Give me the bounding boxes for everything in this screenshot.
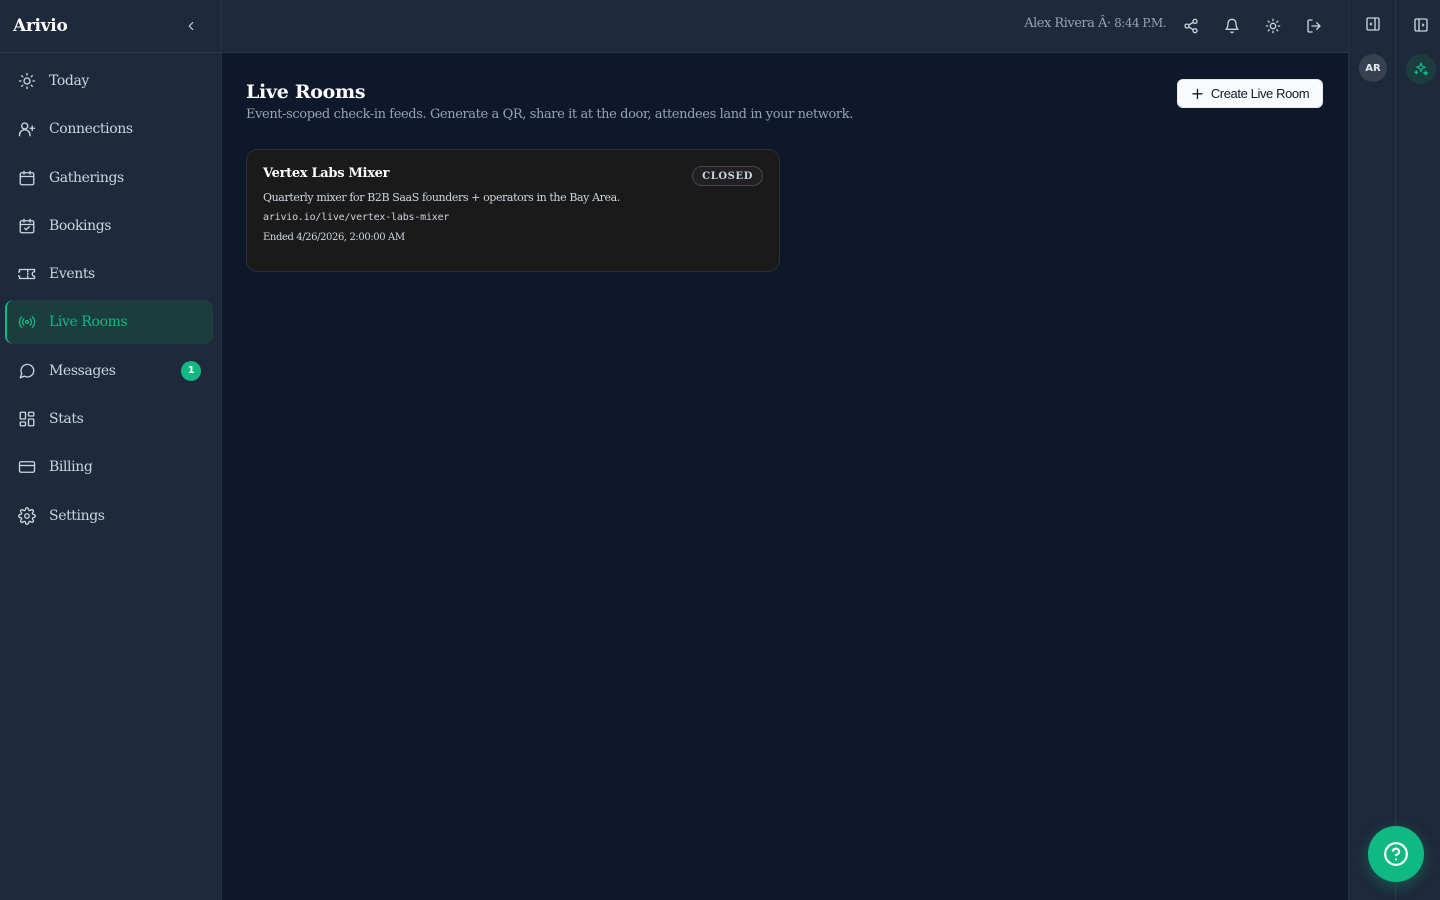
sidebar-item-messages[interactable]: Messages 1 (5, 349, 213, 393)
message-circle-icon (17, 361, 37, 381)
sidebar-item-gatherings[interactable]: Gatherings (5, 156, 213, 200)
user-plus-icon (17, 119, 37, 139)
status-badge: CLOSED (692, 166, 763, 186)
user-meta: Alex Rivera Â· 8:44 P.M. (1024, 16, 1166, 31)
sidebar-item-events[interactable]: Events (5, 252, 213, 296)
sidebar-item-label: Live Rooms (49, 314, 128, 331)
live-room-card[interactable]: Vertex Labs Mixer CLOSED Quarterly mixer… (246, 149, 780, 272)
sparkles-icon (1414, 62, 1429, 76)
panel-icon (1414, 18, 1428, 32)
meta-separator: Â· (1098, 16, 1111, 31)
share-button[interactable] (1179, 14, 1203, 38)
sidebar-item-label: Today (49, 73, 89, 89)
sidebar-item-label: Gatherings (49, 169, 124, 186)
chevron-left-icon (188, 21, 194, 31)
calendar-check-icon (17, 216, 37, 236)
ai-assistant-button[interactable] (1406, 54, 1436, 84)
create-live-room-button[interactable]: + Create Live Room (1177, 79, 1323, 108)
top-bar: Alex Rivera Â· 8:44 P.M. (222, 0, 1348, 53)
logout-button[interactable] (1302, 14, 1326, 38)
user-name: Alex Rivera (1024, 16, 1095, 31)
app-logo[interactable]: Arivio (13, 16, 68, 36)
sidebar-item-today[interactable]: Today (5, 59, 213, 103)
main-content: Live Rooms Event-scoped check-in feeds. … (246, 78, 1324, 272)
sun-icon (1265, 18, 1281, 34)
page-title: Live Rooms (246, 81, 366, 103)
credit-card-icon (17, 457, 37, 477)
dashboard-icon (17, 409, 37, 429)
right-rail (1348, 0, 1440, 900)
rail-divider (1395, 0, 1396, 900)
brand-row: Arivio (0, 0, 221, 53)
gear-icon (17, 506, 37, 526)
notifications-button[interactable] (1220, 14, 1244, 38)
sidebar-item-label: Bookings (49, 217, 112, 234)
sidebar-item-label: Events (49, 266, 95, 283)
toggle-left-panel-button[interactable] (1362, 13, 1384, 35)
page-subtitle: Event-scoped check-in feeds. Generate a … (246, 107, 853, 122)
ticket-icon (17, 264, 37, 284)
panel-icon (1366, 17, 1380, 31)
room-description: Quarterly mixer for B2B SaaS founders + … (263, 191, 620, 204)
sun-icon (17, 71, 37, 91)
sidebar-item-stats[interactable]: Stats (5, 397, 213, 441)
calendar-icon (17, 168, 37, 188)
sidebar-nav: Today Connections Gatherings Bookings Ev… (5, 59, 213, 542)
share-icon (1184, 18, 1198, 34)
current-time: 8:44 P.M. (1114, 16, 1166, 30)
sidebar-item-label: Connections (49, 121, 133, 138)
room-title: Vertex Labs Mixer (263, 166, 390, 181)
unread-badge: 1 (181, 360, 201, 381)
room-ended-time: Ended 4/26/2026, 2:00:00 AM (263, 232, 405, 243)
sidebar-item-live-rooms[interactable]: Live Rooms (5, 300, 213, 345)
theme-toggle-button[interactable] (1261, 14, 1285, 38)
logout-icon (1307, 19, 1321, 33)
sidebar-item-label: Messages (49, 362, 116, 379)
sidebar-item-bookings[interactable]: Bookings (5, 204, 213, 248)
top-actions (1162, 14, 1326, 38)
sidebar-item-label: Stats (49, 411, 84, 428)
broadcast-icon (17, 312, 37, 332)
sidebar: Arivio Today Connections Gatherings Book… (0, 0, 222, 900)
toggle-right-panel-button[interactable] (1410, 14, 1432, 36)
room-url: arivio.io/live/vertex-labs-mixer (263, 212, 450, 223)
bell-icon (1225, 18, 1239, 34)
avatar[interactable]: AR (1359, 54, 1387, 82)
help-circle-icon (1384, 842, 1408, 866)
sidebar-item-connections[interactable]: Connections (5, 107, 213, 151)
create-live-room-label: Create Live Room (1210, 86, 1310, 101)
sidebar-item-label: Billing (49, 459, 93, 476)
collapse-sidebar-button[interactable] (181, 16, 201, 36)
help-button[interactable] (1368, 826, 1424, 882)
sidebar-item-settings[interactable]: Settings (5, 494, 213, 538)
sidebar-item-label: Settings (49, 507, 105, 524)
plus-icon: + (1190, 83, 1204, 103)
sidebar-item-billing[interactable]: Billing (5, 445, 213, 489)
